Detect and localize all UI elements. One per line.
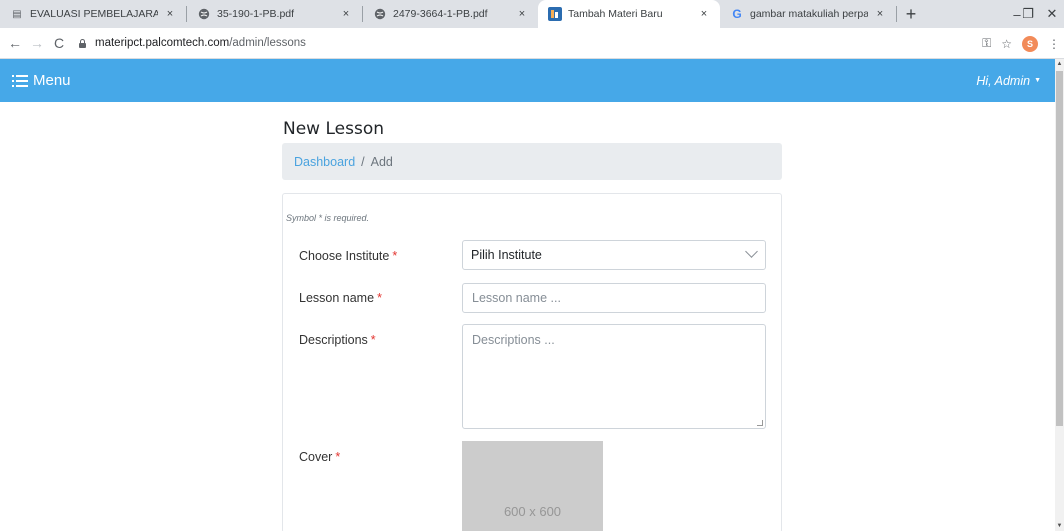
address-bar: ← → C materipct.palcomtech.com/admin/les…: [0, 28, 1064, 59]
institute-label-text: Choose Institute: [299, 249, 390, 263]
institute-select[interactable]: Pilih Institute: [462, 240, 766, 270]
url-field[interactable]: materipct.palcomtech.com/admin/lessons: [78, 37, 306, 49]
lesson-name-input[interactable]: Lesson name ...: [462, 283, 766, 313]
institute-select-value: Pilih Institute: [471, 248, 542, 262]
star-icon[interactable]: ☆: [1001, 37, 1012, 51]
cover-placeholder-text: 600 x 600: [503, 504, 562, 519]
required-star: *: [377, 291, 382, 305]
breadcrumb-current: Add: [370, 154, 393, 169]
tab-title: EVALUASI PEMBELAJARAN MA: [30, 8, 158, 20]
tab-title: Tambah Materi Baru: [568, 8, 663, 20]
window-close-icon[interactable]: ✕: [1040, 0, 1064, 28]
browser-tab[interactable]: 2479-3664-1-PB.pdf ×: [363, 0, 538, 28]
globe-icon: [373, 7, 387, 21]
required-star: *: [392, 249, 398, 263]
descriptions-label: Descriptions *: [299, 333, 376, 347]
forward-icon[interactable]: →: [26, 35, 48, 51]
close-icon[interactable]: ×: [162, 8, 178, 20]
document-icon: ▤: [12, 8, 22, 20]
more-options-icon[interactable]: ⋮: [1048, 37, 1060, 51]
required-star: *: [335, 450, 341, 464]
url-path: /admin/lessons: [229, 37, 306, 49]
descriptions-label-text: Descriptions: [299, 333, 368, 347]
cover-label: Cover *: [299, 450, 340, 464]
user-dropdown[interactable]: Hi, Admin ▼: [976, 59, 1041, 102]
close-icon[interactable]: ×: [514, 8, 530, 20]
google-icon: G: [732, 7, 742, 21]
browser-tab-strip: ▤ EVALUASI PEMBELAJARAN MA × 35-190-1-PB…: [0, 0, 1064, 28]
lock-icon: [78, 38, 87, 48]
menu-button[interactable]: Menu: [12, 72, 71, 89]
descriptions-placeholder: Descriptions ...: [472, 333, 555, 347]
breadcrumb: Dashboard / Add: [282, 143, 782, 180]
globe-icon: [197, 7, 211, 21]
tab-title: gambar matakuliah perpajaka: [750, 8, 868, 20]
vertical-scrollbar[interactable]: ▲ ▼: [1055, 59, 1064, 531]
descriptions-textarea[interactable]: Descriptions ...: [462, 324, 766, 429]
breadcrumb-dashboard-link[interactable]: Dashboard: [294, 155, 355, 169]
breadcrumb-separator: /: [361, 154, 365, 169]
url-host: materipct.palcomtech.com: [95, 37, 230, 49]
greeting-text: Hi, Admin: [976, 73, 1031, 88]
browser-tab[interactable]: ▤ EVALUASI PEMBELAJARAN MA ×: [0, 0, 186, 28]
app-icon: [548, 7, 562, 21]
browser-tab[interactable]: G gambar matakuliah perpajaka ×: [720, 0, 896, 28]
close-icon[interactable]: ×: [338, 8, 354, 20]
tab-title: 2479-3664-1-PB.pdf: [393, 8, 488, 20]
required-note: Symbol * is required.: [286, 213, 370, 223]
restore-icon[interactable]: ❐: [1016, 0, 1040, 28]
institute-label: Choose Institute *: [299, 249, 397, 263]
cover-label-text: Cover: [299, 450, 333, 464]
app-header: Menu Hi, Admin ▼: [0, 59, 1055, 102]
lesson-name-label: Lesson name *: [299, 291, 382, 305]
close-icon[interactable]: ×: [696, 8, 712, 20]
profile-avatar[interactable]: S: [1022, 35, 1038, 52]
tab-title: 35-190-1-PB.pdf: [217, 8, 295, 20]
page-title: New Lesson: [283, 119, 385, 139]
scroll-up-icon[interactable]: ▲: [1055, 59, 1064, 69]
new-tab-button[interactable]: +: [897, 0, 925, 28]
caret-down-icon: ▼: [1034, 77, 1041, 84]
lesson-name-label-text: Lesson name: [299, 291, 375, 305]
resize-handle-icon[interactable]: [757, 420, 763, 426]
list-icon: [12, 74, 28, 87]
menu-label: Menu: [33, 72, 71, 89]
back-icon[interactable]: ←: [4, 35, 26, 51]
scrollbar-thumb[interactable]: [1056, 71, 1063, 426]
close-icon[interactable]: ×: [872, 8, 888, 20]
browser-tab[interactable]: 35-190-1-PB.pdf ×: [187, 0, 362, 28]
browser-tab-active[interactable]: Tambah Materi Baru ×: [538, 0, 720, 28]
cover-image-placeholder[interactable]: 600 x 600: [462, 441, 603, 531]
key-icon[interactable]: ⚿: [982, 36, 991, 51]
reload-icon[interactable]: C: [48, 35, 70, 51]
required-star: *: [370, 333, 376, 347]
scroll-down-icon[interactable]: ▼: [1055, 521, 1064, 531]
chevron-down-icon: [745, 245, 758, 258]
